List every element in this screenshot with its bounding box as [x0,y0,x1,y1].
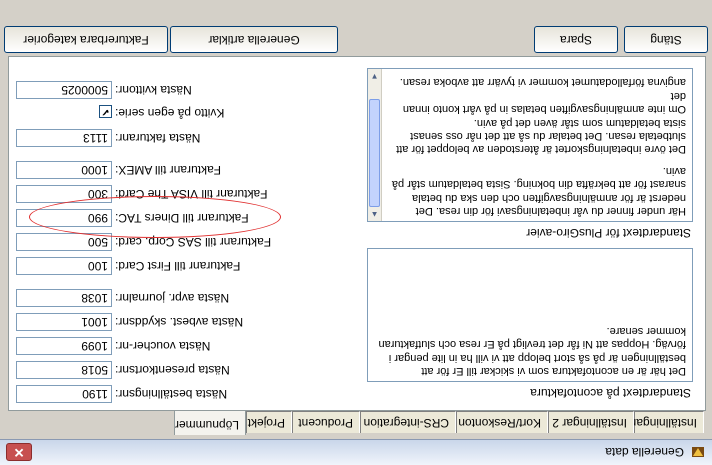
field-input-kvittonr[interactable]: 5000025 [16,81,112,99]
field-input-avbest-skyddsnr[interactable]: 1001 [16,313,112,331]
plusgiro-text-label: Standardtext för PlusGiro-avier [526,226,691,240]
window-title: Generella data [605,445,684,459]
field-label: Fakturanr till SAS Corp. card: [115,235,272,249]
text-line: kommer senare. [606,324,686,337]
close-icon: ✕ [13,445,25,460]
generella-artiklar-button[interactable]: Generella artiklar [170,26,338,53]
text-line: Om inte anmälningsavgiften betalas in på… [402,89,686,116]
title-bar: Generella data ✕ [0,439,712,465]
tab-installningar-2[interactable]: Inställningar 2 [548,411,634,433]
text-line: snarast för att bekräfta din bokning. Si… [391,178,686,191]
field-input-diners-tac[interactable]: 990 [16,209,112,227]
field-input-amex[interactable]: 1000 [16,161,112,179]
kvitto-checkbox-label: Kvitto på egen serie: [115,106,225,120]
text-line: slutbetala resan. Det betalar du så att … [410,129,686,142]
window: Generella data ✕ Inställningar 1 Inställ… [0,0,712,465]
text-line: Det här är en acontofaktura som vi skick… [421,365,686,377]
field-label: Nästa kvittonr: [115,83,192,97]
text-line: beställningen är på så stort belopp att … [388,351,686,364]
screenshot-root: Generella data ✕ Inställningar 1 Inställ… [0,0,712,465]
field-label: Nästa beställningsnr: [115,387,228,401]
text-line: sista betaldatum som står även det på av… [473,116,686,129]
scroll-up-icon[interactable]: ▲ [369,208,380,220]
field-label: Fakturanr till Diners TAC: [115,211,249,225]
tab-lopnummer[interactable]: Löpnummer [174,409,246,435]
checkmark-icon: ✔ [101,106,110,117]
field-input-sas-corp-card[interactable]: 500 [16,233,112,251]
tab-projekt[interactable]: Projekt [246,411,292,433]
close-button[interactable]: Stäng [624,26,708,53]
number-fields: Nästa beställningsnr: 1190 Nästa present… [7,55,281,410]
tab-strip: Inställningar 1 Inställningar 2 Kort/Res… [8,409,704,435]
field-label: Fakturanr till VISA The Card: [115,187,268,201]
a-conto-text-label: Standardtext på acontofaktura [530,386,691,400]
text-line: avin. [662,164,686,177]
window-close-button[interactable]: ✕ [6,443,32,461]
tab-installningar-1[interactable]: Inställningar 1 [622,411,704,433]
field-label: Fakturanr till AMEX: [115,163,222,177]
tab-panel-lopnummer: Standardtext på acontofaktura Det här är… [8,56,706,411]
a-conto-text-area[interactable]: Det här är en acontofaktura som vi skick… [367,248,693,382]
field-label: Nästa voucher-nr: [115,339,211,353]
field-input-fakturanr[interactable]: 1113 [16,129,112,147]
tab-kort-reskonton[interactable]: Kort/Reskonton [456,411,548,433]
field-label: Nästa presentkortsnr: [115,363,230,377]
field-label: Fakturanr till First Card: [115,259,241,273]
text-line: Det övre inbetalningskortet är återstode… [396,143,686,156]
field-input-avpr-journalnr[interactable]: 1038 [16,289,112,307]
field-label: Nästa avpr. journalnr: [115,291,230,305]
scroll-thumb[interactable] [369,99,380,207]
tab-producent[interactable]: Producent [292,411,360,433]
plusgiro-scrollbar[interactable]: ▲ ▼ [368,69,382,221]
field-input-first-card[interactable]: 100 [16,257,112,275]
tab-crs-integration[interactable]: CRS-integration [360,411,456,433]
field-input-vouchernr[interactable]: 1099 [16,337,112,355]
plusgiro-text-area[interactable]: ▲ ▼ Här under finner du vår inbetalnings… [367,68,693,222]
app-icon [692,447,704,457]
text-line: Här under finner du vår inbetalningsavi … [415,205,686,217]
kvitto-egen-serie-checkbox[interactable]: ✔ [99,105,112,118]
save-button[interactable]: Spara [534,26,618,53]
text-line: angivna förfallodatumet kommer vi tyvärr… [399,76,686,89]
field-input-bestallningsnr[interactable]: 1190 [16,385,112,403]
plusgiro-text-content: Här under finner du vår inbetalningsavi … [374,75,686,217]
field-label: Nästa avbest. skyddsnr: [115,315,244,329]
scroll-down-icon[interactable]: ▼ [369,70,380,82]
text-line: förväg. Hoppas att Ni får det trevligt p… [378,338,686,351]
field-input-visa-the-card[interactable]: 300 [16,185,112,203]
fakturerbara-kategorier-button[interactable]: Fakturerbara kategorier [4,26,168,53]
text-line: nederst är för anmälningsavgiften och de… [412,191,686,204]
field-label: Nästa fakturanr: [115,131,201,145]
field-input-presentkortsnr[interactable]: 5018 [16,361,112,379]
